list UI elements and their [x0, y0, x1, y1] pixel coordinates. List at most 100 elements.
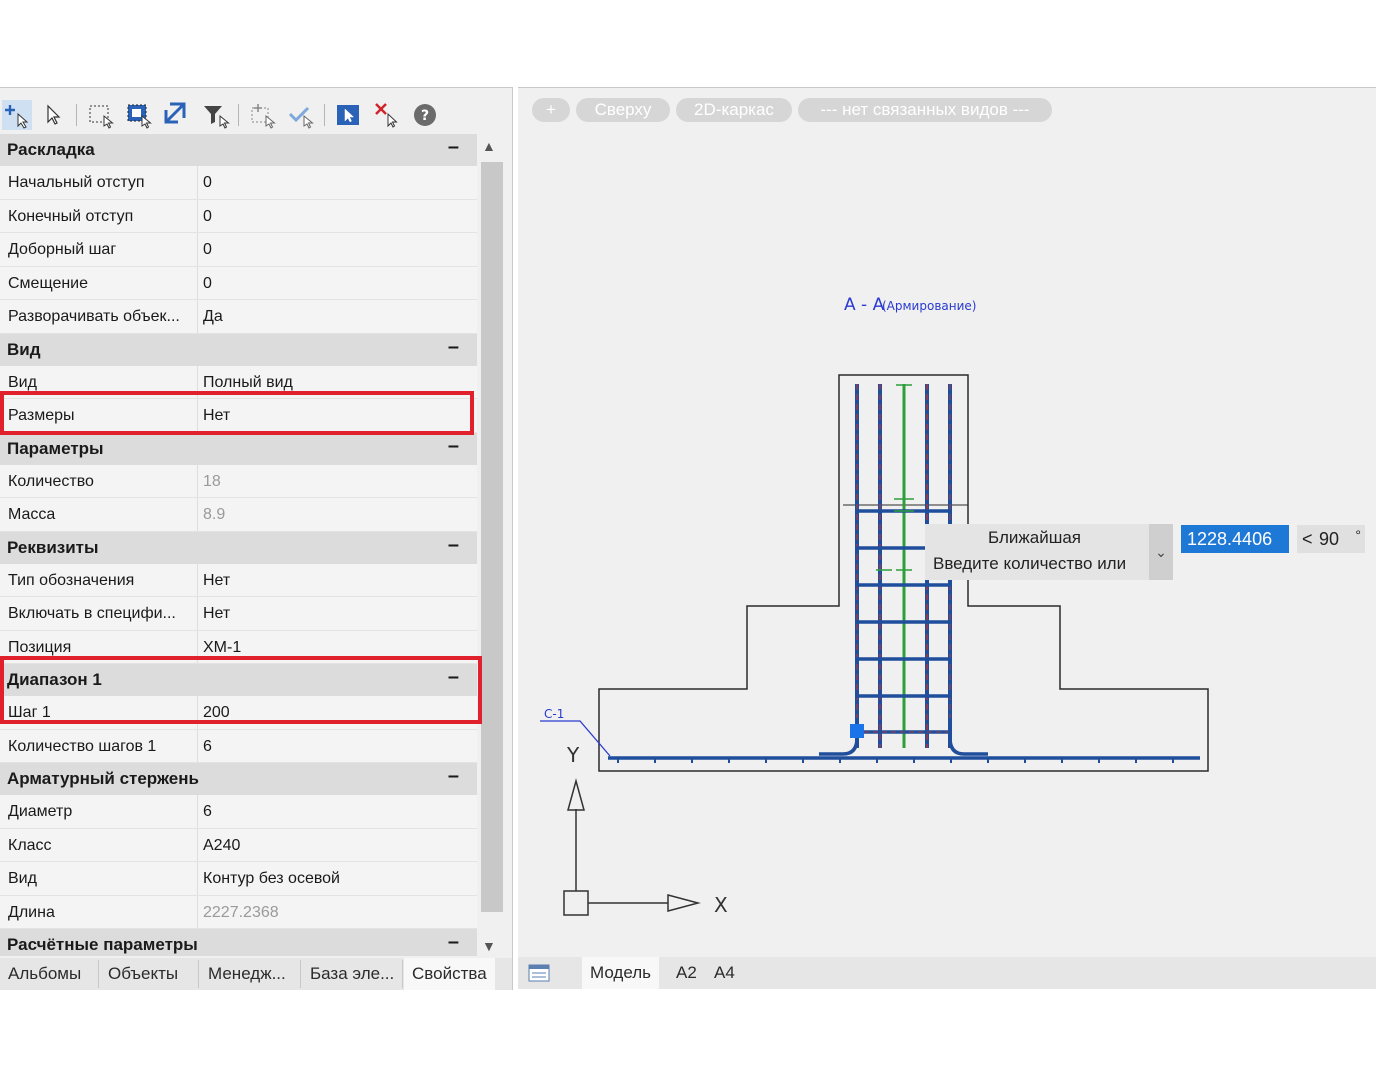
snap-tooltip: Ближайшая Введите количество или ⌄ [925, 524, 1173, 580]
column-divider [197, 563, 198, 596]
property-scrollbar[interactable]: ▲ ▼ [478, 134, 504, 956]
column-divider [197, 498, 198, 531]
property-row[interactable]: Диаметр 6 [0, 795, 477, 829]
section-subtitle: (Армирование) [882, 299, 976, 313]
collapse-icon[interactable]: – [448, 931, 459, 954]
active-select-icon[interactable] [334, 100, 364, 130]
property-label: Конечный отступ [8, 207, 134, 225]
property-label: Доборный шаг [8, 241, 117, 258]
tab-3[interactable]: Менедж... [200, 958, 294, 990]
scroll-thumb[interactable] [481, 162, 503, 912]
property-row[interactable]: Количество 18 [0, 464, 477, 498]
column-divider [197, 795, 198, 828]
axis-x-label: X [714, 893, 728, 917]
column-divider [197, 862, 198, 895]
angle-value: 90 [1319, 529, 1340, 549]
category-header[interactable]: Раскладка – [0, 134, 477, 166]
property-value: 8.9 [203, 506, 226, 523]
property-label: Количество [8, 472, 94, 490]
collapse-icon[interactable]: – [448, 136, 459, 159]
property-label: Смещение [8, 274, 89, 292]
add-select-icon[interactable] [2, 100, 32, 130]
property-row[interactable]: Длина 2227.2368 [0, 895, 477, 929]
property-row[interactable]: Количество шагов 1 6 [0, 729, 477, 763]
category-header[interactable]: Вид – [0, 333, 477, 366]
property-row[interactable]: Конечный отступ 0 [0, 199, 477, 233]
collapse-icon[interactable]: – [448, 765, 459, 788]
collapse-icon[interactable]: – [448, 534, 459, 557]
tab-a4[interactable]: A4 [706, 957, 743, 989]
dynamic-angle-input[interactable]: < 90 ° [1297, 525, 1365, 553]
property-value[interactable]: Контур без осевой [203, 870, 340, 888]
property-row[interactable]: Тип обозначения Нет [0, 563, 477, 597]
property-value[interactable]: ХМ-1 [203, 639, 241, 657]
property-label: Класс [8, 836, 52, 854]
property-value[interactable]: 0 [203, 208, 212, 226]
property-value[interactable]: 6 [203, 738, 212, 756]
chevron-down-icon[interactable]: ⌄ [1149, 524, 1173, 580]
property-value[interactable]: Да [203, 308, 223, 326]
property-value[interactable]: 0 [203, 174, 212, 192]
collapse-icon[interactable]: – [448, 435, 459, 458]
clear-select-icon[interactable] [372, 100, 402, 130]
property-value[interactable]: A240 [203, 837, 240, 855]
select-group-icon[interactable] [248, 100, 278, 130]
property-value[interactable]: Нет [203, 605, 230, 623]
category-title: Расчётные параметры [7, 935, 198, 954]
tab-separator [402, 960, 403, 988]
property-label: Диаметр [8, 803, 73, 820]
confirm-select-icon[interactable] [286, 100, 316, 130]
column-divider [197, 464, 198, 497]
property-row[interactable]: Смещение 0 [0, 266, 477, 300]
highlight-range-group [0, 656, 482, 724]
property-row[interactable]: Включать в специфи... Нет [0, 597, 477, 631]
category-header[interactable]: Реквизиты – [0, 531, 477, 564]
scroll-down-icon[interactable]: ▼ [482, 938, 496, 954]
category-header[interactable]: Арматурный стержень – [0, 763, 477, 795]
tab-2[interactable]: Объекты [100, 958, 186, 990]
property-value[interactable]: Нет [203, 572, 230, 590]
property-row[interactable]: Масса 8.9 [0, 498, 477, 532]
category-title: Реквизиты [7, 537, 99, 557]
property-row[interactable]: Вид Контур без осевой [0, 862, 477, 896]
tab-model[interactable]: Модель [582, 957, 660, 989]
category-header[interactable]: Параметры – [0, 432, 477, 465]
property-label: Масса [8, 506, 56, 523]
property-value[interactable]: 6 [203, 803, 212, 821]
drawing-viewport[interactable]: + Сверху 2D-каркас --- нет связанных вид… [518, 87, 1376, 958]
category-header[interactable]: Расчётные параметры – [0, 929, 477, 956]
property-label: Тип обозначения [8, 571, 135, 589]
select-all-icon[interactable] [124, 100, 154, 130]
property-value: 18 [203, 472, 221, 490]
select-window-icon[interactable] [86, 100, 116, 130]
invert-select-icon[interactable] [162, 100, 192, 130]
property-row[interactable]: Разворачивать объек... Да [0, 300, 477, 334]
filter-select-icon[interactable] [200, 100, 230, 130]
tab-5[interactable]: Свойства [404, 958, 495, 990]
collapse-icon[interactable]: – [448, 336, 459, 359]
layouts-menu-icon[interactable] [520, 957, 580, 989]
property-label: Включать в специфи... [8, 605, 176, 622]
grip-point [850, 724, 864, 738]
property-row[interactable]: Начальный отступ 0 [0, 166, 477, 200]
property-value[interactable]: 0 [203, 241, 212, 259]
property-row[interactable]: Доборный шаг 0 [0, 233, 477, 267]
property-value: 2227.2368 [203, 903, 279, 921]
highlight-sizes-row [0, 391, 474, 435]
property-value[interactable]: 0 [203, 275, 212, 293]
scroll-up-icon[interactable]: ▲ [482, 138, 496, 154]
property-value[interactable]: Полный вид [203, 374, 293, 392]
tab-4[interactable]: База эле... [302, 958, 402, 990]
tab-1[interactable]: Альбомы [0, 958, 89, 990]
category-title: Вид [7, 339, 41, 359]
help-icon[interactable]: ? [410, 100, 440, 130]
column-divider [197, 166, 198, 199]
property-row[interactable]: Класс A240 [0, 828, 477, 862]
column-divider [197, 597, 198, 630]
panel-tabs: Альбомы Объекты Менедж... База эле... Свойст… [0, 958, 512, 990]
pointer-icon[interactable] [38, 100, 68, 130]
tab-a2[interactable]: A2 [668, 957, 705, 989]
dynamic-input-value[interactable]: 1228.4406 [1181, 525, 1289, 553]
column-divider [197, 828, 198, 861]
column-divider [197, 199, 198, 232]
